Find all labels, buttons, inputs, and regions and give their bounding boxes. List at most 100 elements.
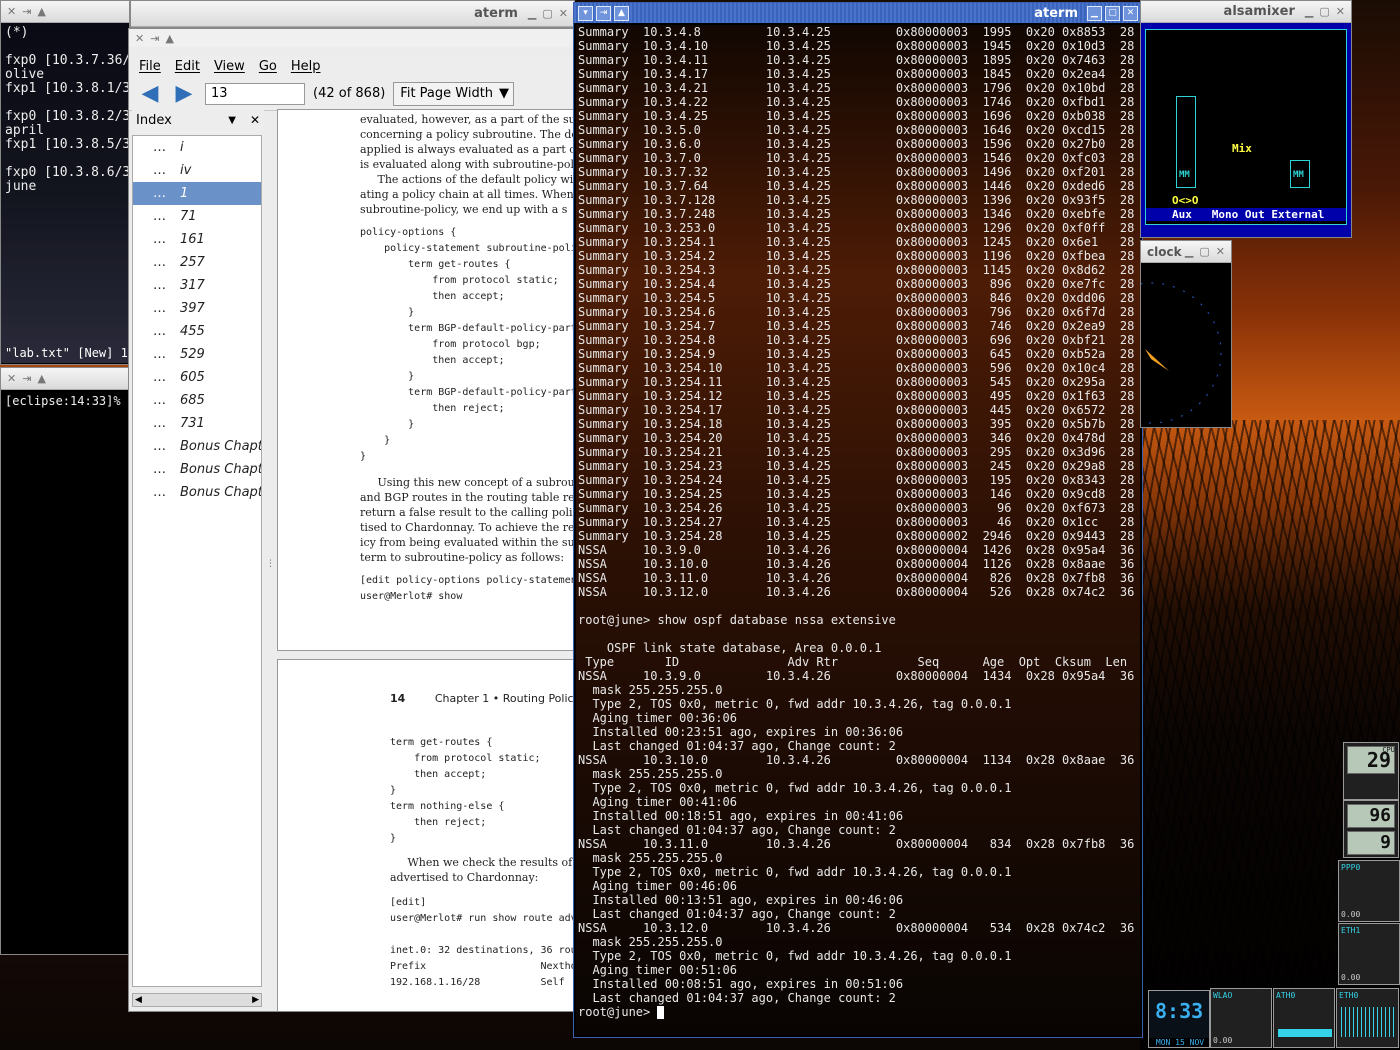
index-list[interactable]: … i… iv… 1… 71… 161 … 257 … 317… 397… 455… 529… 605… 6… — [132, 135, 262, 987]
minimize-icon[interactable]: ▁ — [528, 7, 536, 20]
maximize-icon[interactable]: ▢ — [1105, 5, 1120, 21]
menu-icon[interactable]: ▾ — [578, 5, 593, 21]
close-icon[interactable]: ✕ — [1336, 5, 1345, 18]
page-number-input[interactable]: 13 — [205, 82, 305, 105]
title-bar[interactable]: clock ▁ ▢ ✕ — [1141, 241, 1231, 263]
cpu-monitor-dockapp[interactable]: 29 CPU — [1343, 742, 1399, 800]
interface-name: PPP0 — [1341, 863, 1361, 872]
rate-value: 0.00 — [1341, 910, 1361, 919]
close-icon[interactable]: ✕ — [250, 113, 260, 127]
title-bar[interactable]: ▾ ⇥ ▲ aterm ▁ ▢ ✕ — [574, 3, 1142, 23]
shade-icon[interactable]: ▲ — [165, 32, 173, 45]
index-item[interactable]: … i — [133, 136, 261, 159]
scroll-left-icon[interactable]: ◀ — [135, 995, 142, 1005]
index-item[interactable]: … 685 — [133, 389, 261, 412]
index-item[interactable]: … 605 — [133, 366, 261, 389]
index-item[interactable]: … 731 — [133, 412, 261, 435]
index-item[interactable]: … 71 — [133, 205, 261, 228]
maximize-icon[interactable]: ▢ — [1199, 245, 1209, 258]
menu-file[interactable]: File — [139, 59, 161, 74]
title-bar[interactable]: aterm ▁ ▢ ✕ — [131, 1, 574, 27]
external-mm-label: MM — [1293, 170, 1304, 180]
pane-splitter[interactable]: ⋮ — [266, 559, 275, 569]
pdf-page-14: 14 Chapter 1 • Routing Polic term get-ro… — [277, 659, 577, 1011]
menu-view[interactable]: View — [214, 59, 245, 74]
title-bar[interactable]: alsamixer ▁ ▢ ✕ — [1141, 1, 1351, 23]
index-item-dots: … — [153, 255, 166, 270]
index-item[interactable]: … Bonus Chapter — [133, 481, 261, 504]
pin-icon[interactable]: ⇥ — [22, 372, 31, 385]
memory-monitor-dockapp[interactable]: 96 9 — [1343, 800, 1399, 858]
chevron-down-icon[interactable]: ▼ — [228, 115, 236, 126]
index-item[interactable]: … Bonus Chapter — [133, 435, 261, 458]
wlan-net-dockapp[interactable]: WLAO 0.00 — [1210, 988, 1272, 1048]
index-item-dots: … — [153, 163, 166, 178]
zoom-select[interactable]: Fit Page Width ▼ — [393, 81, 515, 106]
interface-name: ETH0 — [1339, 991, 1359, 1000]
sidebar: Index ▼ ✕ … i… iv… 1… 71… 161 … 257 … 317… 397… 455… — [132, 109, 264, 1009]
index-item-dots: … — [153, 301, 166, 316]
sidebar-title: Index — [136, 112, 172, 128]
index-item[interactable]: … iv — [133, 159, 261, 182]
horizontal-scrollbar[interactable]: ◀ ▶ — [132, 993, 262, 1007]
close-icon[interactable]: ✕ — [7, 372, 16, 385]
terminal-output[interactable]: Summary 10.3.4.8 10.3.4.25 0x80000003 19… — [576, 25, 1140, 1035]
maximize-icon[interactable]: ▢ — [542, 7, 552, 20]
mixer-screen: MM MM Mix O<>O Aux Mono Out External — [1145, 29, 1347, 225]
close-icon[interactable]: ✕ — [559, 7, 568, 20]
terminal-window-eclipse[interactable]: ✕ ⇥ ▲ [eclipse:14:33]% — [0, 367, 130, 955]
eth0-net-dockapp[interactable]: ETH0 — [1336, 988, 1399, 1048]
code-block: [edit] user@Merlot# run show route adv i… — [390, 897, 577, 988]
dropdown-arrow-icon: ▼ — [499, 86, 510, 101]
aterm-window-background[interactable]: aterm ▁ ▢ ✕ — [130, 0, 575, 28]
index-item[interactable]: … 455 — [133, 320, 261, 343]
eth1-net-dockapp[interactable]: ETH1 0.00 — [1338, 923, 1400, 985]
menu-go[interactable]: Go — [259, 59, 277, 74]
ath0-net-dockapp[interactable]: ATH0 — [1273, 988, 1335, 1048]
pin-icon[interactable]: ⇥ — [596, 5, 611, 21]
pin-icon[interactable]: ⇥ — [22, 5, 31, 18]
close-icon[interactable]: ✕ — [135, 32, 144, 45]
index-item[interactable]: … 257 — [133, 251, 261, 274]
index-item[interactable]: … 1 — [133, 182, 261, 205]
ppp0-net-dockapp[interactable]: PPP0 0.00 — [1338, 860, 1400, 922]
sidebar-header: Index ▼ ✕ — [132, 109, 264, 131]
close-icon[interactable]: ✕ — [7, 5, 16, 18]
shade-icon[interactable]: ▲ — [37, 372, 45, 385]
forward-arrow-icon[interactable]: ▶ — [171, 81, 197, 107]
terminal-window-main[interactable]: ▾ ⇥ ▲ aterm ▁ ▢ ✕ Summary 10.3.4.8 10.3.… — [573, 2, 1143, 1038]
scroll-right-icon[interactable]: ▶ — [252, 995, 259, 1005]
index-item[interactable]: … Bonus Chapter — [133, 458, 261, 481]
window-title: aterm — [1034, 5, 1078, 21]
title-bar[interactable]: ✕ ⇥ ▲ — [1, 368, 129, 390]
index-item[interactable]: … 317 — [133, 274, 261, 297]
index-item-label: 257 — [180, 255, 205, 270]
pin-icon[interactable]: ⇥ — [150, 32, 159, 45]
window-title: alsamixer — [1223, 4, 1295, 19]
back-arrow-icon[interactable]: ◀ — [137, 81, 163, 107]
terminal-line: april — [5, 123, 45, 138]
close-icon[interactable]: ✕ — [1216, 245, 1225, 258]
pdf-viewer-window[interactable]: ✕ ⇥ ▲ File Edit View Go Help ◀ ▶ 13 (42 of… — [128, 28, 578, 1012]
menu-help[interactable]: Help — [291, 59, 321, 74]
minimize-icon[interactable]: ▁ — [1305, 5, 1313, 18]
menu-edit[interactable]: Edit — [175, 59, 200, 74]
index-item[interactable]: … 161 — [133, 228, 261, 251]
title-bar[interactable]: ✕ ⇥ ▲ — [1, 1, 129, 23]
maximize-icon[interactable]: ▢ — [1319, 5, 1329, 18]
alsamixer-window[interactable]: alsamixer ▁ ▢ ✕ MM MM Mix O<>O Aux Mono Ou… — [1140, 0, 1352, 238]
ospf-database-output: Summary 10.3.4.8 10.3.4.25 0x80000003 19… — [578, 25, 1135, 1005]
close-icon[interactable]: ✕ — [1123, 5, 1138, 21]
clock-window[interactable]: clock ▁ ▢ ✕ — [1140, 240, 1232, 428]
title-bar[interactable]: ✕ ⇥ ▲ — [129, 29, 577, 47]
index-item[interactable]: … 529 — [133, 343, 261, 366]
terminal-window-left[interactable]: ✕⇥▲ (*) fxp0 [10.3.7.36/27olivefxp1 [10.… — [0, 0, 130, 365]
digital-clock-dockapp[interactable]: 8:33 MON 15 NOV — [1148, 990, 1210, 1048]
shade-icon[interactable]: ▲ — [614, 5, 629, 21]
index-item-dots: … — [153, 439, 166, 454]
minimize-icon[interactable]: ▁ — [1185, 245, 1193, 258]
index-item[interactable]: … 397 — [133, 297, 261, 320]
shade-icon[interactable]: ▲ — [37, 5, 45, 18]
minimize-icon[interactable]: ▁ — [1087, 5, 1102, 21]
